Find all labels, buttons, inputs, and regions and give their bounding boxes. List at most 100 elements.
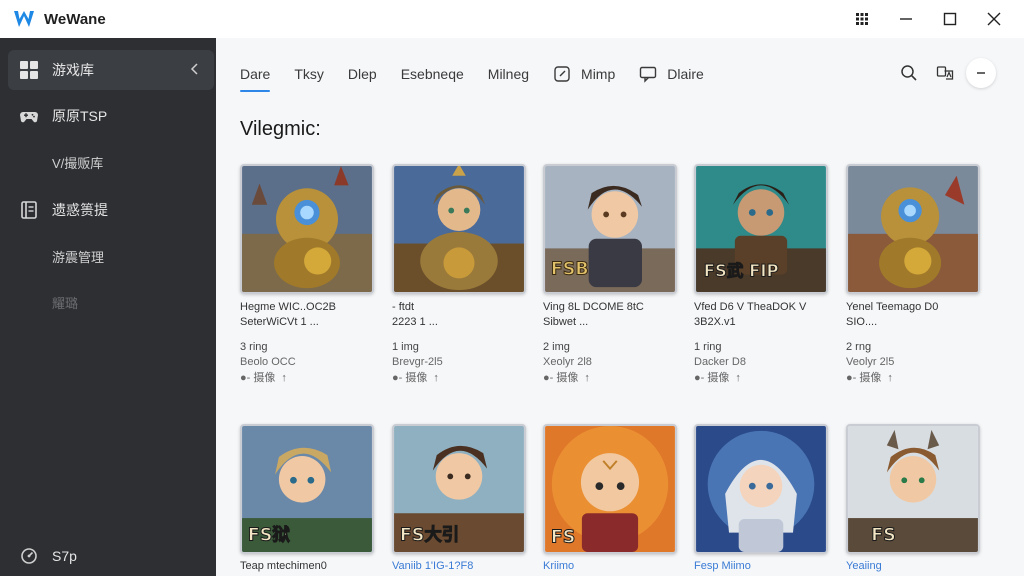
game-title-link[interactable]: Kriimo [543,560,677,572]
edit-icon [554,66,570,82]
sidebar-item-label: 遗惑篑提 [52,202,108,218]
game-cover-image[interactable] [240,164,374,294]
close-icon [987,12,1001,26]
tab-dlaire[interactable]: Dlaire [639,58,704,90]
tab-label: Milneg [487,66,530,82]
tab-tksy[interactable]: Tksy [294,58,324,90]
game-title: Vfed D6 V TheaDOK V [694,301,807,313]
search-button[interactable] [894,58,924,88]
wewane-logo-icon [14,11,34,27]
game-cover-image[interactable] [846,164,980,294]
maximize-icon [943,12,957,26]
game-cover-image[interactable]: FS武 FIP [694,164,828,294]
game-card[interactable]: Fesp Miimo [694,424,828,572]
game-action[interactable]: ●- 摄像 ↑ [846,370,980,386]
game-action[interactable]: ●- 摄像 ↑ [240,370,374,386]
sidebar-item-tsp[interactable]: 原原TSP [8,96,214,136]
game-title: - ftdt [392,301,415,313]
sidebar-footer-label: S7p [52,548,77,564]
game-card[interactable]: Yenel Teemago D0 SIO.... 2 rng Veolyr 2l… [846,164,980,386]
game-card[interactable]: FSB Ving 8L DCOME 8tC Sibwet ... 2 img X… [543,164,677,386]
tab-dare[interactable]: Dare [240,58,271,92]
game-cover-image[interactable] [694,424,828,554]
game-card[interactable]: FS大引 Vaniib 1'IG-1?F8 [392,424,526,572]
minimize-button[interactable] [884,0,928,38]
game-subtitle: SeterWiCVt 1 ... [240,316,319,328]
gamepad-icon [18,105,40,127]
maximize-button[interactable] [928,0,972,38]
tab-mimp[interactable]: Mimp [553,58,615,90]
game-action[interactable]: ●- 摄像 ↑ [392,370,526,386]
more-button[interactable] [966,58,996,88]
game-title-link[interactable]: Vaniib 1'IG-1?F8 [392,560,526,572]
book-icon [18,199,40,221]
apps-grid-button[interactable] [840,0,884,38]
game-meta-count: 2 img [543,341,570,353]
chevron-left-icon[interactable] [188,62,202,76]
translate-icon [936,66,954,80]
brand: WeWane [0,8,106,30]
game-card[interactable]: FS狱 Teap mtechimen0 [240,424,374,572]
tab-dlep[interactable]: Dlep [348,58,377,90]
game-cover-image[interactable]: FS [543,424,677,554]
game-cover-art-silver-hair-girl [696,426,826,552]
tab-milneg[interactable]: Milneg [488,58,529,90]
game-title-link[interactable]: Yeaiing [846,560,980,572]
game-action[interactable]: ●- 摄像 ↑ [543,370,677,386]
game-cover-art-gold-knight-alt [848,166,978,292]
sidebar-subitem-disabled[interactable]: 耀璐 [8,282,214,322]
tab-label: Dare [240,66,271,82]
sidebar-footer-settings[interactable]: S7p [8,536,214,576]
sidebar-subitem-1[interactable]: V/撮贩库 [8,142,214,182]
game-cover-art-tribal-warrior: FS武 FIP [696,166,826,292]
search-icon [901,65,917,81]
game-card[interactable]: - ftdt 2223 1 ... 1 img Brevgr-2l5 ●- 摄像… [392,164,526,386]
main-content: Dare Tksy Dlep Esebneqe Milneg Mimp Dlai… [216,38,1024,576]
sidebar-item-guides[interactable]: 遗惑篑提 [8,190,214,230]
sidebar-item-label: 耀璐 [52,295,79,311]
game-cover-art-dark-hair-boy: FSB [545,166,675,292]
sidebar-subitem-game-management[interactable]: 游震管理 [8,236,214,276]
tab-esebneqe[interactable]: Esebneqe [401,58,464,90]
game-card[interactable]: Hegme WIC..OC2B SeterWiCVt 1 ... 3 ring … [240,164,374,386]
game-title: Teap mtechimen0 [240,560,327,572]
game-cover-art-elf-boy: FS狱 [242,426,372,552]
game-title-link[interactable]: Fesp Miimo [694,560,828,572]
game-cover-image[interactable]: FS大引 [392,424,526,554]
game-cover-image[interactable]: FSB [543,164,677,294]
game-cover-image[interactable]: FS [846,424,980,554]
arrow-up-icon: ↑ [735,372,741,384]
sidebar-item-game-library[interactable]: 游戏库 [8,50,214,90]
section-title: Vilegmic: [240,118,321,140]
game-action[interactable]: ●- 摄像 ↑ [694,370,828,386]
cover-banner-text: FS [871,525,895,545]
game-card[interactable]: FS Yeaiing [846,424,980,572]
game-cover-art-horned-warrior [394,166,524,292]
close-button[interactable] [972,0,1016,38]
game-cover-image[interactable] [392,164,526,294]
game-card[interactable]: FS Kriimo [543,424,677,572]
game-meta-count: 1 ring [694,341,722,353]
game-cover-art-horned-boy: FS [848,426,978,552]
game-subtitle: 2223 1 ... [392,316,438,328]
game-meta-count: 3 ring [240,341,268,353]
window-controls [840,0,1016,38]
sidebar-item-label: 原原TSP [52,108,108,124]
game-action-label: ●- 摄像 [543,372,579,384]
game-meta-version: Xeolyr 2l8 [543,356,592,368]
cover-banner-text: FSB [551,260,589,280]
arrow-up-icon: ↑ [887,372,893,384]
game-subtitle: Sibwet ... [543,316,589,328]
arrow-up-icon: ↑ [281,372,287,384]
arrow-up-icon: ↑ [433,372,439,384]
cover-banner-text: FS [551,527,575,547]
game-cover-art-brown-hair-boy: FS大引 [394,426,524,552]
tab-bar: Dare Tksy Dlep Esebneqe Milneg Mimp Dlai… [240,58,728,92]
sidebar-item-label: 游戏库 [52,62,94,78]
game-card[interactable]: FS武 FIP Vfed D6 V TheaDOK V 3B2X.v1 1 ri… [694,164,828,386]
settings-icon [18,545,40,567]
game-meta-version: Veolyr 2l5 [846,356,895,368]
game-cover-image[interactable]: FS狱 [240,424,374,554]
sidebar-item-label: V/撮贩库 [52,155,104,171]
translate-button[interactable] [930,58,960,88]
